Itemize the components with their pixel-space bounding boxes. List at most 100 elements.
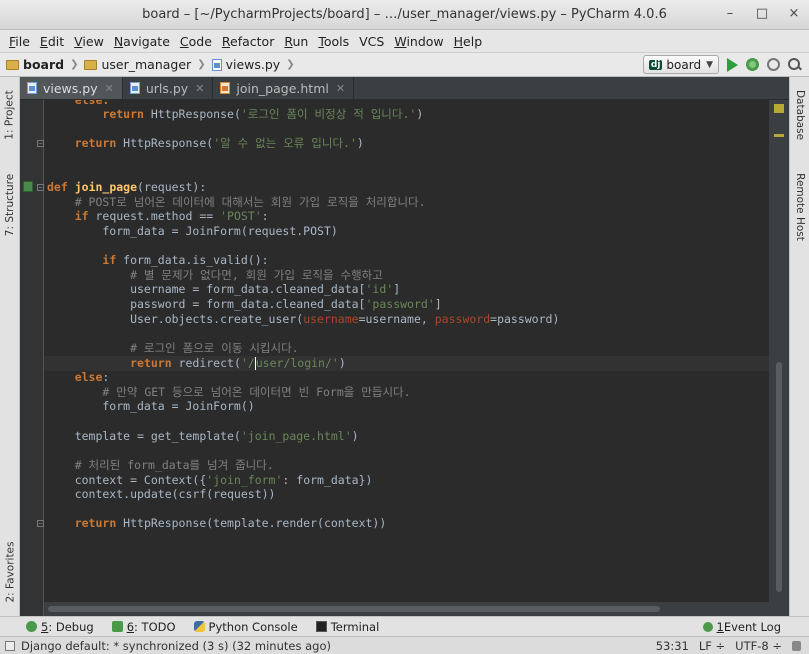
- fold-marker-icon[interactable]: −: [37, 520, 44, 527]
- close-tab-icon[interactable]: ✕: [105, 82, 114, 95]
- menu-refactor[interactable]: Refactor: [217, 34, 279, 49]
- python-file-icon: [211, 58, 222, 71]
- todo-icon: [111, 621, 123, 632]
- breadcrumb-file[interactable]: views.py ❯: [211, 57, 295, 72]
- close-tab-icon[interactable]: ✕: [195, 82, 204, 95]
- right-tool-strip: Database Remote Host: [789, 77, 809, 616]
- tool-tab-database[interactable]: Database: [790, 85, 809, 145]
- code-line: # POST로 넘어온 데이터에 대해서는 회원 가입 로직을 처리합니다.: [47, 195, 426, 209]
- tool-windows-toggle-icon[interactable]: [5, 640, 15, 651]
- tool-window-debug[interactable]: 5: Debug: [26, 620, 94, 634]
- menu-file[interactable]: File: [4, 34, 35, 49]
- close-button[interactable]: ×: [787, 6, 801, 21]
- search-icon[interactable]: [788, 58, 801, 71]
- menu-code[interactable]: Code: [175, 34, 217, 49]
- maximize-button[interactable]: □: [755, 6, 769, 21]
- tab-label: views.py: [43, 80, 98, 96]
- status-message: Django default: * synchronized (3 s) (32…: [21, 638, 331, 653]
- warning-marker-icon[interactable]: [774, 134, 784, 137]
- event-log-label: Event Log: [723, 619, 781, 634]
- code-line: return HttpResponse('로그인 폼이 비정상 적 입니다.'): [102, 107, 424, 121]
- tool-tab-favorites[interactable]: 2: Favorites: [0, 537, 20, 607]
- fold-marker-icon[interactable]: −: [37, 140, 44, 147]
- menu-help-mnemonic: H: [453, 33, 464, 49]
- breadcrumb-separator-icon: ❯: [197, 59, 206, 70]
- navigation-bar: board ❯ user_manager ❯ views.py ❯ dj boa…: [0, 52, 809, 77]
- menu-code-mnemonic: C: [179, 33, 189, 49]
- tool-tab-project[interactable]: 1: Project: [0, 85, 20, 145]
- menu-refactor-mnemonic: R: [221, 33, 231, 49]
- html-file-icon: [220, 82, 231, 94]
- scrollbar-thumb[interactable]: [48, 606, 660, 612]
- tab-join-page-html[interactable]: join_page.html ✕: [213, 77, 355, 99]
- editor-horizontal-scrollbar[interactable]: [44, 602, 769, 616]
- menu-help[interactable]: Help: [449, 34, 488, 49]
- menu-view[interactable]: View: [69, 34, 109, 49]
- minimize-button[interactable]: –: [723, 6, 737, 21]
- dropdown-arrow-icon: ▼: [706, 59, 713, 70]
- code-area[interactable]: else: return HttpResponse('로그인 폼이 비정상 적 …: [47, 100, 769, 602]
- text-caret: [254, 357, 256, 370]
- code-line: password = form_data.cleaned_data['passw…: [47, 297, 442, 311]
- coverage-icon[interactable]: [767, 58, 780, 71]
- lock-icon[interactable]: [792, 640, 801, 651]
- inspection-status-icon[interactable]: [774, 104, 784, 113]
- menu-navigate-mnemonic: N: [113, 33, 124, 49]
- caret-position[interactable]: 53:31: [656, 639, 689, 653]
- tool-tab-remote-host-label: Remote Host: [794, 173, 807, 241]
- left-tool-strip: 1: Project 7: Structure 2: Favorites: [0, 77, 20, 616]
- folder-icon: [6, 59, 19, 70]
- code-line: # 로그인 폼으로 이동 시킵시다.: [47, 341, 299, 355]
- code-line: return HttpResponse('알 수 없는 오류 입니다.'): [74, 136, 364, 150]
- scrollbar-thumb[interactable]: [776, 362, 782, 592]
- code-line: # 만약 GET 등으로 넘어온 데이터면 빈 Form을 만듭시다.: [47, 385, 411, 399]
- tool-window-bar: 5: Debug 6: TODO Python Console Terminal…: [0, 616, 809, 636]
- menu-vcs[interactable]: VCS: [354, 34, 389, 49]
- tool-window-terminal[interactable]: Terminal: [315, 620, 379, 634]
- menu-tools[interactable]: Tools: [313, 34, 354, 49]
- menu-view-label: iew: [82, 33, 104, 49]
- menu-edit-mnemonic: E: [39, 33, 48, 49]
- code-editor[interactable]: − − − else: return HttpResponse('로그인 폼이 …: [20, 100, 789, 616]
- encoding-select[interactable]: UTF-8 ÷: [735, 639, 782, 653]
- menu-edit[interactable]: Edit: [35, 34, 69, 49]
- tool-window-todo-label: : TODO: [134, 619, 176, 634]
- menu-run[interactable]: Run: [279, 34, 313, 49]
- breadcrumb-separator-icon: ❯: [70, 59, 79, 70]
- tool-window-python-console[interactable]: Python Console: [193, 620, 298, 634]
- code-line: form_data = JoinForm(request.POST): [47, 224, 338, 238]
- debug-icon[interactable]: [746, 58, 759, 71]
- menu-tools-label: ools: [323, 33, 350, 49]
- debug-icon: [26, 621, 37, 632]
- run-line-marker-icon[interactable]: [23, 181, 33, 192]
- breadcrumb-project-label: board: [23, 57, 65, 72]
- tool-tab-remote-host[interactable]: Remote Host: [790, 167, 809, 247]
- code-line: form_data = JoinForm(): [47, 399, 255, 413]
- close-tab-icon[interactable]: ✕: [336, 82, 345, 95]
- run-icon[interactable]: [727, 57, 738, 72]
- menu-file-label: ile: [15, 33, 30, 49]
- tab-views-py[interactable]: views.py ✕: [20, 77, 123, 99]
- tool-window-debug-label: : Debug: [48, 619, 94, 634]
- django-icon: dj: [648, 59, 663, 70]
- tool-window-event-log[interactable]: 1 Event Log: [702, 619, 781, 634]
- code-line: return HttpResponse(template.render(cont…: [74, 516, 387, 530]
- title-bar: board – [~/PycharmProjects/board] – …/us…: [0, 0, 809, 30]
- event-log-icon: [702, 621, 713, 632]
- line-separator-select[interactable]: LF ÷: [699, 639, 725, 653]
- breadcrumb-package-label: user_manager: [101, 57, 192, 72]
- run-configuration-select[interactable]: dj board ▼: [642, 55, 719, 74]
- menu-code-label: ode: [188, 33, 212, 49]
- tab-urls-py[interactable]: urls.py ✕: [122, 77, 214, 99]
- tool-window-todo[interactable]: 6: TODO: [111, 619, 176, 634]
- breadcrumb-package[interactable]: user_manager ❯: [84, 57, 206, 72]
- code-line: # 처리된 form_data를 넘겨 줍니다.: [47, 458, 274, 472]
- menu-navigate[interactable]: Navigate: [109, 34, 175, 49]
- breadcrumb-project[interactable]: board ❯: [6, 57, 78, 72]
- tool-tab-structure[interactable]: 7: Structure: [0, 167, 20, 242]
- menu-window[interactable]: Window: [389, 34, 448, 49]
- menu-run-label: un: [292, 33, 309, 49]
- fold-marker-icon[interactable]: −: [37, 184, 44, 191]
- editor-vertical-scrollbar[interactable]: [769, 100, 789, 616]
- menu-navigate-label: avigate: [123, 33, 170, 49]
